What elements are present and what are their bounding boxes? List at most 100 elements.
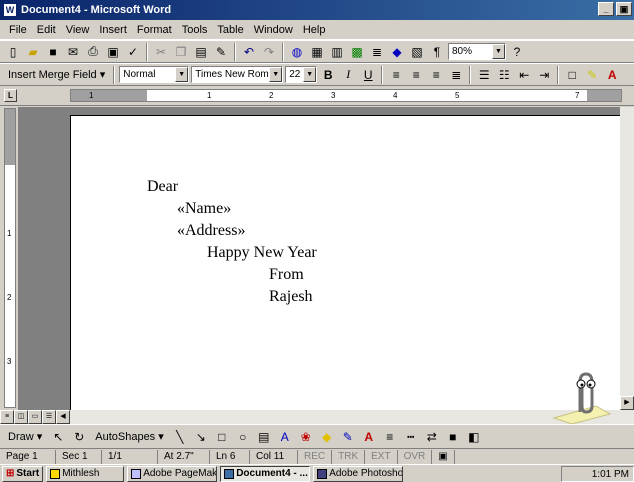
print-layout-icon[interactable]: ▭ xyxy=(28,410,42,424)
help-icon[interactable]: ? xyxy=(508,43,526,61)
status-rec[interactable]: REC xyxy=(298,449,333,464)
underline-button[interactable]: U xyxy=(359,66,377,84)
clock[interactable]: 1:01 PM xyxy=(592,469,629,480)
insert-merge-field-button[interactable]: Insert Merge Field ▾ xyxy=(4,68,109,81)
document-line[interactable]: Rajesh xyxy=(269,288,313,306)
align-center-icon[interactable]: ≡ xyxy=(407,66,425,84)
undo-icon[interactable]: ↶ xyxy=(240,43,258,61)
increase-indent-icon[interactable]: ⇥ xyxy=(535,66,553,84)
menu-window[interactable]: Window xyxy=(249,24,298,36)
print-preview-icon[interactable]: ▣ xyxy=(104,43,122,61)
chevron-down-icon[interactable]: ▼ xyxy=(492,44,505,59)
office-assistant-clippy[interactable] xyxy=(552,368,612,424)
shadow-icon[interactable]: ■ xyxy=(444,428,462,446)
document-map-icon[interactable]: ▧ xyxy=(408,43,426,61)
3d-icon[interactable]: ◧ xyxy=(465,428,483,446)
tables-borders-icon[interactable]: ▦ xyxy=(308,43,326,61)
format-painter-icon[interactable]: ✎ xyxy=(212,43,230,61)
zoom-select[interactable]: 80% ▼ xyxy=(448,43,506,60)
justify-icon[interactable]: ≣ xyxy=(447,66,465,84)
vertical-scrollbar[interactable]: ▶ xyxy=(620,107,634,410)
save-icon[interactable]: ■ xyxy=(44,43,62,61)
task-button[interactable]: Adobe PageMak... xyxy=(127,465,218,482)
font-size-select[interactable]: 22 ▼ xyxy=(285,66,318,83)
outline-view-icon[interactable]: ☰ xyxy=(42,410,56,424)
copy-icon[interactable]: ❐ xyxy=(172,43,190,61)
font-color-icon[interactable]: A xyxy=(603,66,621,84)
cut-icon[interactable]: ✂ xyxy=(152,43,170,61)
numbering-icon[interactable]: ☰ xyxy=(475,66,493,84)
clip-art-icon[interactable]: ❀ xyxy=(297,428,315,446)
normal-view-icon[interactable]: ≡ xyxy=(0,410,14,424)
restore-button[interactable]: ▣ xyxy=(616,2,632,16)
minimize-button[interactable]: _ xyxy=(598,2,614,16)
menu-table[interactable]: Table xyxy=(212,24,248,36)
tab-selector-button[interactable]: L xyxy=(4,89,17,102)
status-ovr[interactable]: OVR xyxy=(398,449,433,464)
style-select[interactable]: Normal ▼ xyxy=(119,66,190,83)
document-line[interactable]: Happy New Year xyxy=(207,244,317,262)
free-rotate-icon[interactable]: ↻ xyxy=(70,428,88,446)
scroll-left-arrow-icon[interactable]: ◀ xyxy=(56,410,70,424)
highlight-icon[interactable]: ✎ xyxy=(583,66,601,84)
bullets-icon[interactable]: ☷ xyxy=(495,66,513,84)
chevron-down-icon[interactable]: ▼ xyxy=(269,67,283,82)
task-button[interactable]: Mithlesh xyxy=(46,465,125,482)
document-line[interactable]: Dear xyxy=(147,178,178,196)
email-icon[interactable]: ✉ xyxy=(64,43,82,61)
new-document-icon[interactable]: ▯ xyxy=(4,43,22,61)
show-hide-icon[interactable]: ¶ xyxy=(428,43,446,61)
status-trk[interactable]: TRK xyxy=(332,449,366,464)
bold-button[interactable]: B xyxy=(319,66,337,84)
align-right-icon[interactable]: ≡ xyxy=(427,66,445,84)
decrease-indent-icon[interactable]: ⇤ xyxy=(515,66,533,84)
arrow-style-icon[interactable]: ⇄ xyxy=(423,428,441,446)
chevron-down-icon[interactable]: ▼ xyxy=(303,67,317,82)
merge-field-name[interactable]: «Name» xyxy=(177,200,231,218)
start-button[interactable]: ⊞ Start xyxy=(2,465,44,482)
status-ext[interactable]: EXT xyxy=(365,449,398,464)
document-line[interactable]: From xyxy=(269,266,304,284)
font-color-icon[interactable]: A xyxy=(360,428,378,446)
spelling-icon[interactable]: ✓ xyxy=(124,43,142,61)
menu-help[interactable]: Help xyxy=(298,24,331,36)
merge-field-address[interactable]: «Address» xyxy=(177,222,245,240)
italic-button[interactable]: I xyxy=(339,66,357,84)
horizontal-ruler[interactable]: 1 1 2 3 4 5 7 xyxy=(70,89,622,102)
scroll-right-arrow-icon[interactable]: ▶ xyxy=(620,396,634,410)
dash-style-icon[interactable]: ┅ xyxy=(402,428,420,446)
hyperlink-icon[interactable]: ◍ xyxy=(288,43,306,61)
drawing-icon[interactable]: ◆ xyxy=(388,43,406,61)
menu-edit[interactable]: Edit xyxy=(32,24,61,36)
wordart-icon[interactable]: A xyxy=(276,428,294,446)
document-page[interactable]: Dear «Name» «Address» Happy New Year Fro… xyxy=(70,115,620,410)
menu-file[interactable]: File xyxy=(4,24,32,36)
open-folder-icon[interactable]: ▰ xyxy=(24,43,42,61)
menu-view[interactable]: View xyxy=(61,24,95,36)
document-area[interactable]: Dear «Name» «Address» Happy New Year Fro… xyxy=(18,107,620,410)
task-button-active[interactable]: Document4 - ... xyxy=(220,465,311,482)
menu-tools[interactable]: Tools xyxy=(177,24,213,36)
chevron-down-icon[interactable]: ▼ xyxy=(175,67,189,82)
menu-format[interactable]: Format xyxy=(132,24,177,36)
menu-insert[interactable]: Insert xyxy=(94,24,132,36)
web-layout-icon[interactable]: ◫ xyxy=(14,410,28,424)
rectangle-icon[interactable]: □ xyxy=(213,428,231,446)
paste-icon[interactable]: ▤ xyxy=(192,43,210,61)
line-style-icon[interactable]: ≡ xyxy=(381,428,399,446)
vertical-ruler[interactable]: 1 2 3 xyxy=(4,108,16,408)
spelling-status-icon[interactable]: ▣ xyxy=(432,449,455,464)
line-icon[interactable]: ╲ xyxy=(171,428,189,446)
insert-excel-icon[interactable]: ▩ xyxy=(348,43,366,61)
print-icon[interactable]: ⎙ xyxy=(84,43,102,61)
select-objects-icon[interactable]: ↖ xyxy=(49,428,67,446)
draw-menu-button[interactable]: Draw ▾ xyxy=(4,430,46,443)
horizontal-scrollbar[interactable]: ≡ ◫ ▭ ☰ ◀ xyxy=(0,410,634,424)
fill-color-icon[interactable]: ◆ xyxy=(318,428,336,446)
columns-icon[interactable]: ≣ xyxy=(368,43,386,61)
font-select[interactable]: Times New Roman ▼ xyxy=(191,66,284,83)
insert-table-icon[interactable]: ▥ xyxy=(328,43,346,61)
redo-icon[interactable]: ↷ xyxy=(260,43,278,61)
align-left-icon[interactable]: ≡ xyxy=(387,66,405,84)
task-button[interactable]: Adobe Photosho... xyxy=(313,465,404,482)
